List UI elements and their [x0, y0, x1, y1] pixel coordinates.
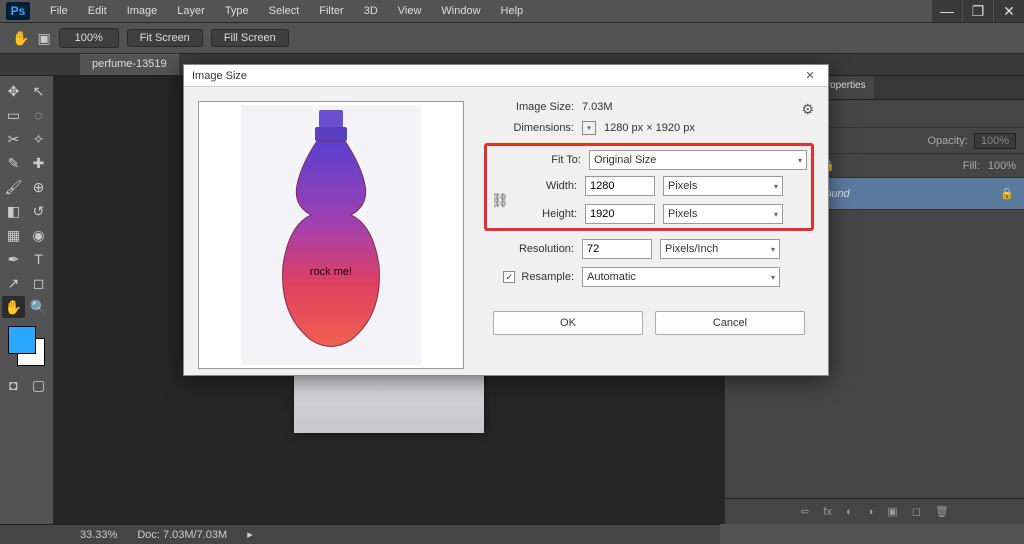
- mask-icon[interactable]: ◐: [846, 506, 853, 518]
- perfume-bottle-icon: rock me!: [241, 105, 421, 365]
- eraser-tool[interactable]: ◧: [2, 200, 25, 222]
- dimensions-label: Dimensions:: [484, 122, 574, 134]
- lasso-tool[interactable]: ◌: [27, 104, 50, 126]
- menu-layer[interactable]: Layer: [167, 5, 215, 17]
- width-unit-select[interactable]: Pixels: [663, 176, 783, 196]
- resample-select[interactable]: Automatic: [582, 267, 780, 287]
- type-tool[interactable]: T: [27, 248, 50, 270]
- move-tool[interactable]: ✥: [2, 80, 25, 102]
- menu-window[interactable]: Window: [431, 5, 490, 17]
- fit-to-label: Fit To:: [491, 154, 581, 166]
- options-bar: ✋ ▣ 100% Fit Screen Fill Screen: [0, 22, 1024, 54]
- height-label: Height:: [509, 208, 577, 220]
- artboard-tool[interactable]: ↖: [27, 80, 50, 102]
- path-tool[interactable]: ↗: [2, 272, 25, 294]
- lock-icon[interactable]: 🔒: [1000, 187, 1014, 200]
- cancel-button[interactable]: Cancel: [655, 311, 805, 335]
- zoom-tool[interactable]: 🔍: [27, 296, 50, 318]
- menu-file[interactable]: File: [40, 5, 78, 17]
- document-tab[interactable]: perfume-13519: [80, 54, 179, 75]
- resample-checkbox[interactable]: ✓: [503, 271, 515, 283]
- close-window-button[interactable]: ✕: [994, 0, 1024, 22]
- preview-thumbnail[interactable]: rock me!: [198, 101, 464, 369]
- scroll-all-icon[interactable]: ▣: [37, 30, 50, 47]
- fg-swatch[interactable]: [8, 326, 36, 354]
- svg-text:rock me!: rock me!: [310, 266, 352, 278]
- fill-label: Fill:: [963, 160, 980, 172]
- crop-tool[interactable]: ✂: [2, 128, 25, 150]
- marquee-tool[interactable]: ▭: [2, 104, 25, 126]
- status-bar: 33.33% Doc: 7.03M/7.03M ▸: [0, 524, 720, 544]
- status-zoom[interactable]: 33.33%: [80, 529, 117, 541]
- quickmask-tool[interactable]: ◘: [2, 374, 25, 396]
- magic-wand-tool[interactable]: ✧: [27, 128, 50, 150]
- height-input[interactable]: [585, 204, 655, 224]
- close-dialog-button[interactable]: ✕: [800, 69, 820, 82]
- menu-edit[interactable]: Edit: [78, 5, 117, 17]
- image-size-value: 7.03M: [582, 101, 613, 113]
- opacity-value[interactable]: 100%: [974, 133, 1016, 149]
- menu-select[interactable]: Select: [259, 5, 310, 17]
- heal-tool[interactable]: ✚: [27, 152, 50, 174]
- height-unit-select[interactable]: Pixels: [663, 204, 783, 224]
- dimensions-dropdown-icon[interactable]: ▾: [582, 121, 596, 135]
- fill-screen-button[interactable]: Fill Screen: [211, 29, 289, 47]
- fx-icon[interactable]: fx: [823, 506, 832, 518]
- menu-filter[interactable]: Filter: [309, 5, 353, 17]
- pen-tool[interactable]: ✒: [2, 248, 25, 270]
- menubar: Ps File Edit Image Layer Type Select Fil…: [0, 0, 1024, 22]
- resolution-unit-select[interactable]: Pixels/Inch: [660, 239, 780, 259]
- highlighted-region: Fit To: Original Size ⛓ Width: Pixels He…: [484, 143, 814, 231]
- fit-screen-button[interactable]: Fit Screen: [127, 29, 203, 47]
- shape-tool[interactable]: ◻: [27, 272, 50, 294]
- eyedropper-tool[interactable]: ✎: [2, 152, 25, 174]
- history-brush-tool[interactable]: ↺: [27, 200, 50, 222]
- resolution-input[interactable]: [582, 239, 652, 259]
- app-logo: Ps: [6, 2, 30, 20]
- new-layer-icon[interactable]: ◻: [912, 505, 921, 518]
- status-doc: Doc: 7.03M/7.03M: [137, 529, 227, 541]
- menu-help[interactable]: Help: [491, 5, 534, 17]
- hand-tool-icon: ✋: [12, 30, 29, 47]
- fill-value[interactable]: 100%: [988, 160, 1016, 172]
- minimize-button[interactable]: —: [932, 0, 962, 22]
- hand-tool[interactable]: ✋: [2, 296, 25, 318]
- opacity-label: Opacity:: [928, 135, 968, 147]
- zoom-value[interactable]: 100%: [59, 28, 119, 48]
- constrain-link-icon[interactable]: ⛓: [491, 192, 509, 209]
- blur-tool[interactable]: ◉: [27, 224, 50, 246]
- group-icon[interactable]: ▣: [887, 505, 897, 518]
- maximize-button[interactable]: ❐: [963, 0, 993, 22]
- width-label: Width:: [509, 180, 577, 192]
- menu-3d[interactable]: 3D: [354, 5, 388, 17]
- delete-icon[interactable]: 🗑: [935, 505, 949, 518]
- gradient-tool[interactable]: ▦: [2, 224, 25, 246]
- resolution-label: Resolution:: [484, 243, 574, 255]
- screenmode-tool[interactable]: ▢: [27, 374, 50, 396]
- menu-type[interactable]: Type: [215, 5, 259, 17]
- image-size-label: Image Size:: [484, 101, 574, 113]
- link-layers-icon[interactable]: ⬄: [800, 505, 809, 518]
- brush-tool[interactable]: 🖌: [2, 176, 25, 198]
- color-swatches[interactable]: [8, 326, 45, 366]
- menu-image[interactable]: Image: [117, 5, 168, 17]
- dialog-titlebar[interactable]: Image Size ✕: [184, 65, 828, 87]
- menu-view[interactable]: View: [388, 5, 432, 17]
- dialog-title-text: Image Size: [192, 70, 247, 82]
- fit-to-select[interactable]: Original Size: [589, 150, 807, 170]
- gear-icon[interactable]: ⚙: [801, 101, 814, 118]
- width-input[interactable]: [585, 176, 655, 196]
- stamp-tool[interactable]: ⊕: [27, 176, 50, 198]
- toolbox: ✥ ↖ ▭ ◌ ✂ ✧ ✎ ✚ 🖌 ⊕ ◧ ↺ ▦ ◉ ✒ T ↗ ◻ ✋ 🔍 …: [0, 76, 54, 524]
- image-size-dialog: Image Size ✕ rock me!: [183, 64, 829, 376]
- layers-footer: ⬄ fx ◐ ◑ ▣ ◻ 🗑: [725, 498, 1024, 524]
- adjustment-icon[interactable]: ◑: [867, 506, 874, 518]
- dimensions-value: 1280 px × 1920 px: [604, 122, 695, 134]
- status-chevron-icon[interactable]: ▸: [247, 528, 253, 541]
- resample-label: Resample:: [521, 271, 574, 283]
- ok-button[interactable]: OK: [493, 311, 643, 335]
